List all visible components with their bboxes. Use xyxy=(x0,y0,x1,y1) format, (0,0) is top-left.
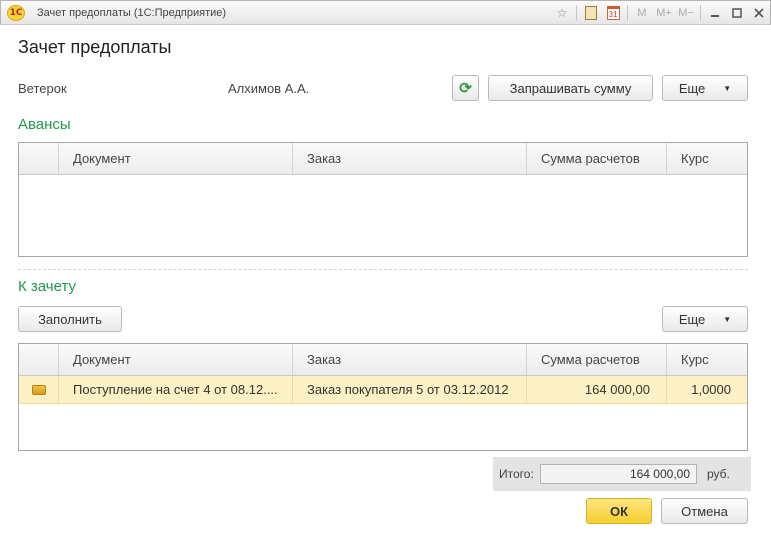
window-title-bar: 1С Зачет предоплаты (1С:Предприятие) ☆ 3… xyxy=(0,0,771,25)
more-button-label: Еще xyxy=(678,311,706,327)
window-title: Зачет предоплаты (1С:Предприятие) xyxy=(37,7,227,19)
payment-document-icon xyxy=(31,384,46,395)
toolbar-divider xyxy=(627,5,628,21)
section-divider xyxy=(18,269,748,270)
calendar-day: 31 xyxy=(606,6,620,20)
more-button-top[interactable]: Еще ▼ xyxy=(662,75,748,101)
row-icon-cell xyxy=(19,376,59,403)
minimize-icon[interactable] xyxy=(704,2,726,24)
row-sum[interactable]: 164 000,00 xyxy=(527,376,667,403)
offset-section-title: К зачету xyxy=(18,278,76,295)
dropdown-arrow-icon: ▼ xyxy=(723,83,732,93)
favorites-star-icon[interactable]: ☆ xyxy=(551,2,573,24)
person-label: Алхимов А.А. xyxy=(228,81,310,96)
offset-table[interactable]: Документ Заказ Сумма расчетов Курс Посту… xyxy=(18,343,748,451)
column-header-icon xyxy=(19,344,59,375)
row-rate[interactable]: 1,0000 xyxy=(667,376,747,403)
column-header-order[interactable]: Заказ xyxy=(293,143,527,174)
ok-button[interactable]: ОК xyxy=(586,498,652,524)
column-header-order[interactable]: Заказ xyxy=(293,344,527,375)
column-header-icon xyxy=(19,143,59,174)
column-header-document[interactable]: Документ xyxy=(59,344,293,375)
total-label: Итого: xyxy=(499,467,534,481)
total-currency: руб. xyxy=(707,467,730,481)
memory-button[interactable]: M xyxy=(631,7,653,19)
counterparty-label: Ветерок xyxy=(18,81,67,96)
column-header-rate[interactable]: Курс xyxy=(667,143,747,174)
advances-table[interactable]: Документ Заказ Сумма расчетов Курс xyxy=(18,142,748,257)
memory-minus-button[interactable]: M− xyxy=(675,7,697,19)
total-panel: Итого: 164 000,00 руб. xyxy=(493,457,751,491)
fill-button[interactable]: Заполнить xyxy=(18,306,122,332)
memory-plus-button[interactable]: M+ xyxy=(653,7,675,19)
close-icon[interactable] xyxy=(748,2,770,24)
column-header-sum[interactable]: Сумма расчетов xyxy=(527,344,667,375)
more-button-offset[interactable]: Еще ▼ xyxy=(662,306,748,332)
request-sum-button[interactable]: Запрашивать сумму xyxy=(488,75,653,101)
row-document[interactable]: Поступление на счет 4 от 08.12.... xyxy=(59,376,293,403)
offset-table-header: Документ Заказ Сумма расчетов Курс xyxy=(19,344,747,376)
advances-table-header: Документ Заказ Сумма расчетов Курс xyxy=(19,143,747,175)
toolbar-divider xyxy=(700,5,701,21)
app-logo-icon: 1С xyxy=(7,5,25,21)
refresh-button[interactable]: ⟳ xyxy=(452,75,479,101)
table-row[interactable]: Поступление на счет 4 от 08.12.... Заказ… xyxy=(19,376,747,404)
column-header-sum[interactable]: Сумма расчетов xyxy=(527,143,667,174)
calendar-icon[interactable]: 31 xyxy=(602,2,624,24)
row-order[interactable]: Заказ покупателя 5 от 03.12.2012 xyxy=(293,376,527,403)
refresh-icon: ⟳ xyxy=(459,80,472,97)
maximize-icon[interactable] xyxy=(726,2,748,24)
column-header-document[interactable]: Документ xyxy=(59,143,293,174)
total-value-field: 164 000,00 xyxy=(540,464,697,484)
page-title: Зачет предоплаты xyxy=(18,37,172,57)
advances-section-title: Авансы xyxy=(18,116,71,133)
column-header-rate[interactable]: Курс xyxy=(667,344,747,375)
cancel-button[interactable]: Отмена xyxy=(661,498,748,524)
toolbar-divider xyxy=(576,5,577,21)
calculator-icon[interactable] xyxy=(580,2,602,24)
more-button-label: Еще xyxy=(678,80,706,96)
dropdown-arrow-icon: ▼ xyxy=(723,314,732,324)
